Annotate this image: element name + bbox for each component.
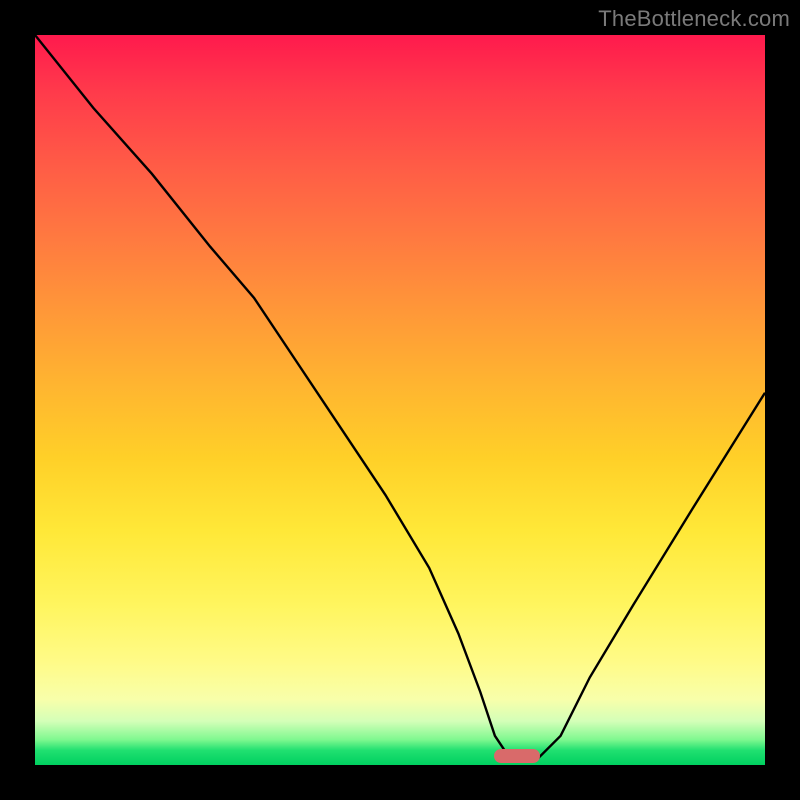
watermark-text: TheBottleneck.com [598,6,790,32]
plot-area [35,35,765,765]
chart-frame: TheBottleneck.com [0,0,800,800]
bottleneck-curve [35,35,765,765]
optimum-marker [494,749,540,763]
